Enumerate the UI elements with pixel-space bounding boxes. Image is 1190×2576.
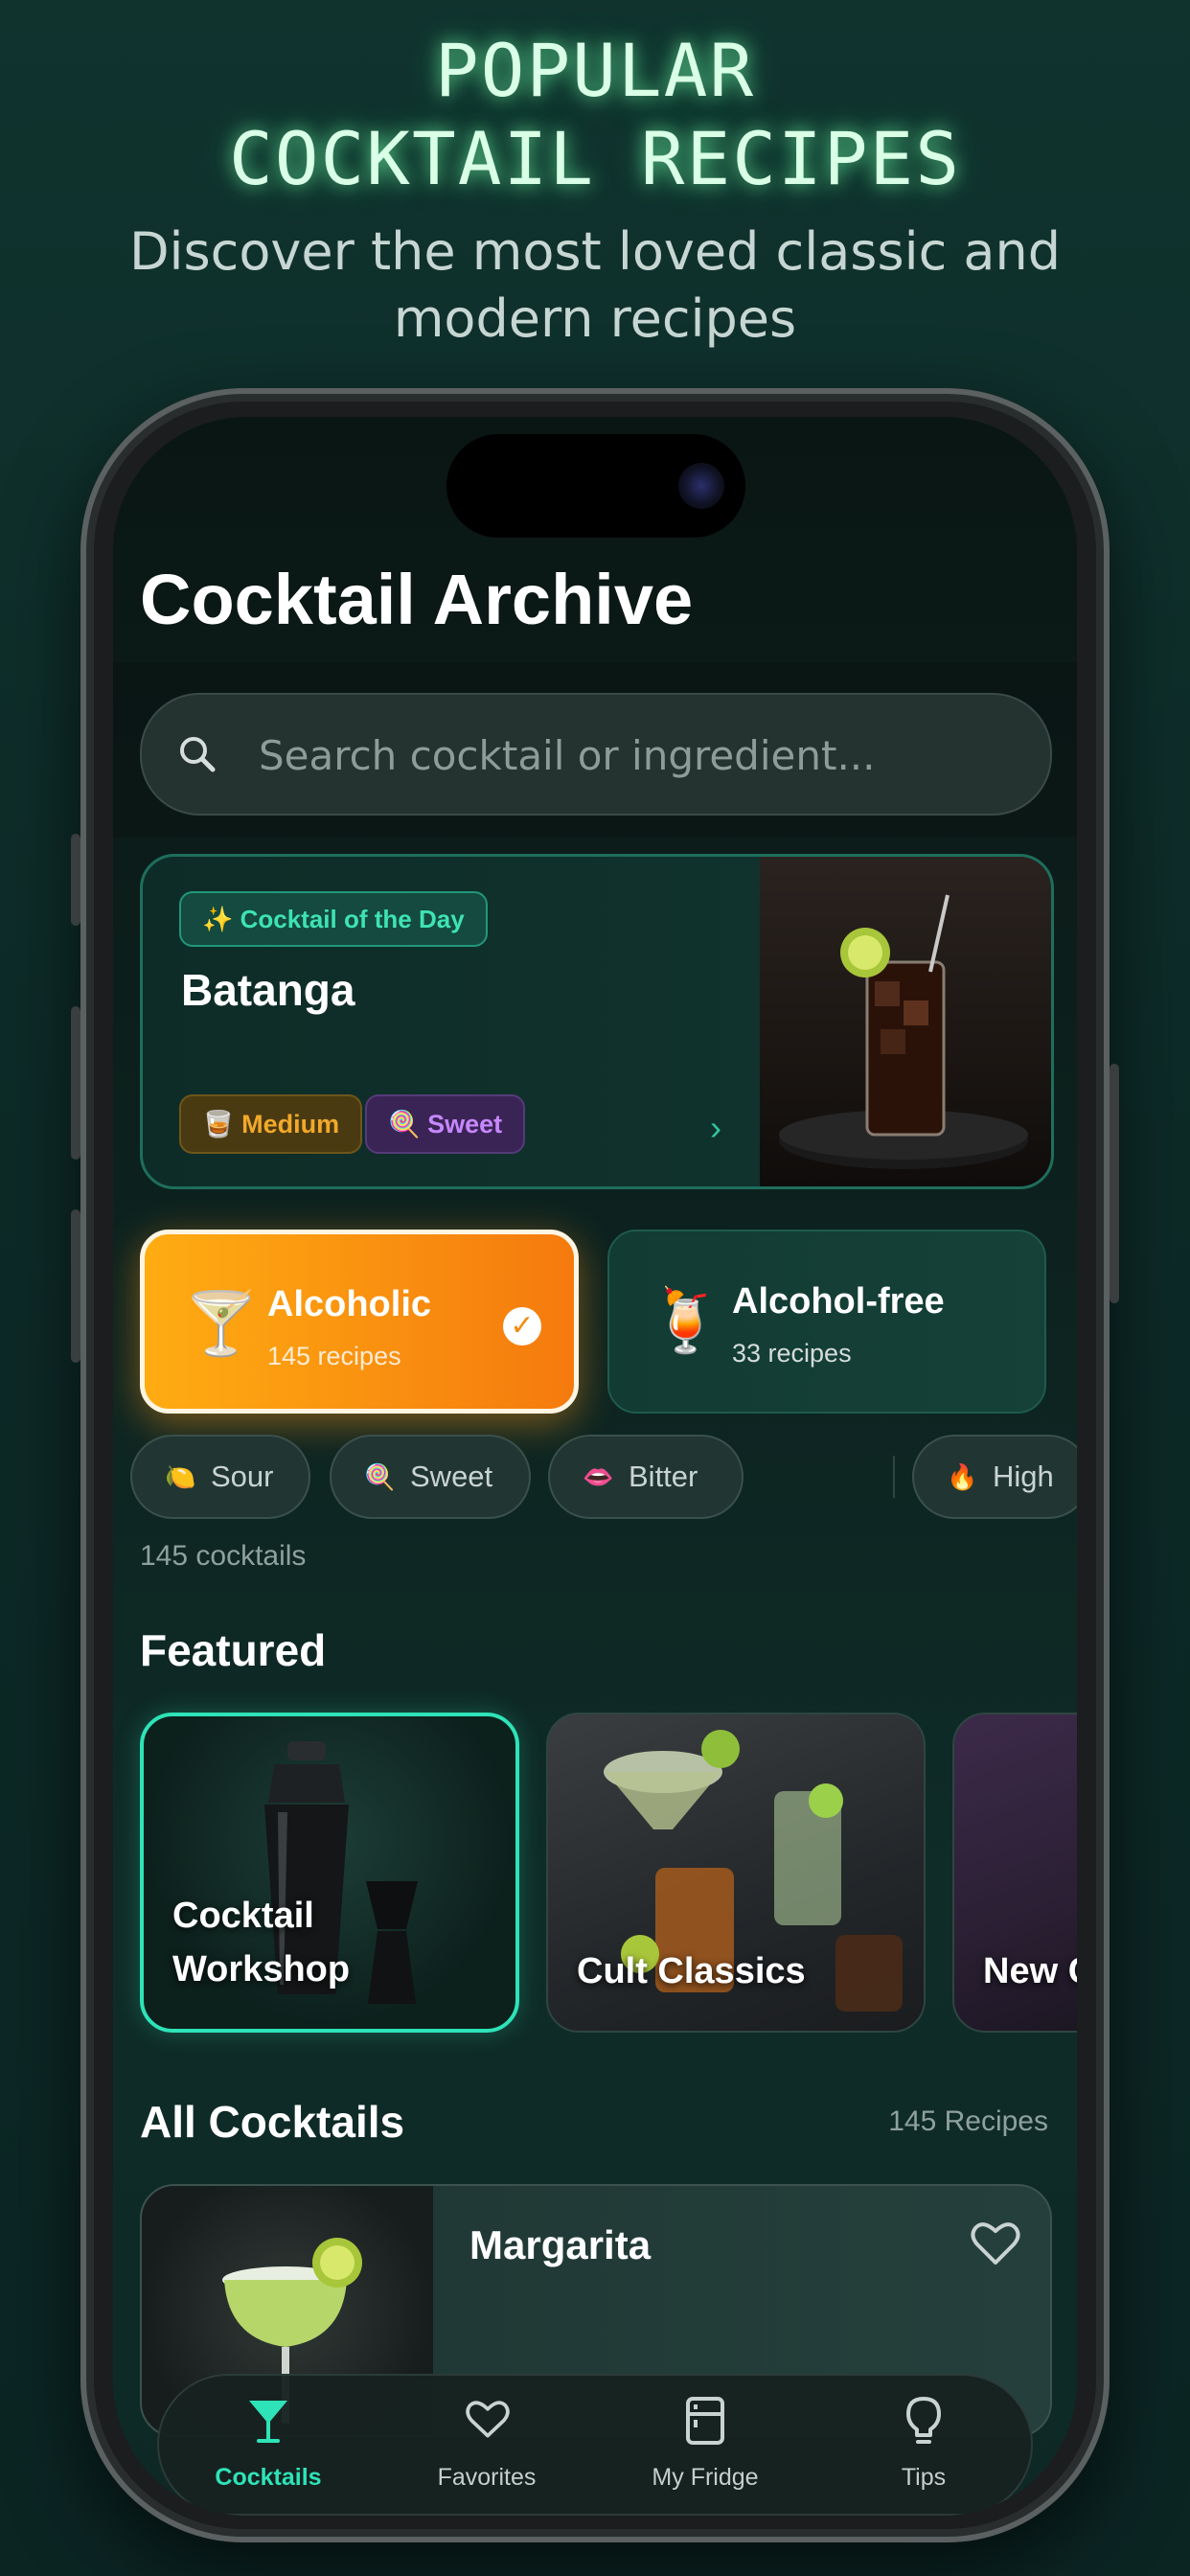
batanga-glass-illustration [779, 894, 1028, 1169]
tab-my-fridge[interactable]: My Fridge [596, 2376, 814, 2516]
lips-icon: 👄 [583, 1462, 614, 1491]
filter-chip-sour[interactable]: 🍋 Sour [130, 1435, 310, 1519]
tab-label: Cocktails [215, 2464, 322, 2491]
power-button [1110, 1064, 1119, 1303]
tab-label: Favorites [437, 2464, 537, 2491]
volume-up-button [71, 1006, 80, 1160]
tab-favorites[interactable]: Favorites [378, 2376, 596, 2516]
promo-title: POPULAR COCKTAIL RECIPES [0, 27, 1190, 203]
filter-chip-label: Sour [211, 1460, 274, 1493]
promo-subtitle: Discover the most loved classic and mode… [128, 221, 1062, 349]
promo-title-line2: COCKTAIL RECIPES [228, 116, 962, 201]
lightbulb-icon [906, 2397, 941, 2444]
strength-tag-label: Medium [241, 1110, 340, 1138]
page-title: Cocktail Archive [140, 560, 694, 639]
filter-chip-label: Sweet [410, 1460, 493, 1493]
dynamic-island [446, 434, 745, 538]
filter-chip-sweet[interactable]: 🍭 Sweet [330, 1435, 531, 1519]
all-cocktails-count: 145 Recipes [888, 2105, 1048, 2137]
cocktail-photo [760, 857, 1051, 1186]
fridge-icon [686, 2397, 724, 2445]
front-camera [678, 463, 724, 509]
filter-chip-high[interactable]: 🔥 High [912, 1435, 1077, 1519]
strength-tag: 🥃 Medium [179, 1094, 363, 1154]
tab-bar: Cocktails Favorites My Fridge Tips [157, 2374, 1033, 2516]
featured-card-label: New C [983, 1951, 1077, 1991]
featured-card[interactable]: Cult Classics [546, 1713, 926, 2033]
action-button [71, 834, 80, 926]
search-icon [180, 737, 216, 772]
tab-tips[interactable]: Tips [814, 2376, 1033, 2516]
heart-icon [466, 2401, 510, 2438]
cocktail-of-the-day-name: Batanga [181, 965, 355, 1015]
app-screen: Cocktail Archive ✨ Cocktail of the Day B… [113, 417, 1077, 2516]
lemon-icon: 🍋 [165, 1462, 196, 1491]
recipe-name: Margarita [469, 2222, 652, 2267]
featured-card-label: Cocktail Workshop [172, 1896, 351, 1990]
fire-icon: 🔥 [947, 1462, 978, 1491]
featured-card[interactable]: New C [952, 1713, 1077, 2033]
lollipop-icon: 🍭 [364, 1462, 396, 1491]
filter-chip-label: High [993, 1460, 1054, 1493]
chevron-right-icon[interactable]: › [710, 1108, 721, 1148]
results-count: 145 cocktails [140, 1540, 307, 1572]
cocktail-of-the-day-badge: ✨ Cocktail of the Day [179, 891, 488, 947]
category-alcoholic[interactable]: 🍸 Alcoholic 145 recipes ✓ [140, 1230, 579, 1414]
featured-card[interactable]: Cocktail Workshop [140, 1713, 519, 2033]
category-count: 33 recipes [732, 1339, 852, 1368]
featured-carousel: Cocktail Workshop Cult Classics New C [140, 1713, 1077, 2035]
heart-icon[interactable] [970, 2219, 1021, 2266]
tumbler-icon: 🥃 [202, 1110, 235, 1138]
lollipop-icon: 🍭 [388, 1110, 421, 1138]
volume-down-button [71, 1209, 80, 1363]
category-name: Alcohol-free [732, 1281, 945, 1322]
taste-tag-label: Sweet [427, 1110, 503, 1138]
search-bar[interactable] [140, 693, 1052, 816]
featured-title: Featured [140, 1625, 327, 1675]
filter-chip-label: Bitter [629, 1460, 698, 1493]
featured-card-label: Cult Classics [577, 1951, 806, 1991]
category-count: 145 recipes [267, 1342, 401, 1370]
promo-title-line1: POPULAR [434, 28, 756, 113]
checkmark-icon: ✓ [503, 1307, 541, 1346]
category-alcohol-free[interactable]: 🍹 Alcohol-free 33 recipes [607, 1230, 1046, 1414]
search-input[interactable] [257, 695, 1027, 816]
all-cocktails-title: All Cocktails [140, 2097, 405, 2147]
filter-divider [893, 1456, 895, 1498]
cocktail-glass-icon [249, 2401, 287, 2443]
cocktail-of-the-day-card[interactable]: ✨ Cocktail of the Day Batanga 🥃 Medium 🍭… [140, 854, 1054, 1189]
tab-label: Tips [901, 2464, 947, 2491]
tropical-drink-icon: 🍹 [648, 1286, 724, 1355]
tab-label: My Fridge [652, 2464, 759, 2491]
filter-chips: 🍋 Sour 🍭 Sweet 👄 Bitter 🔥 High 🥃 [130, 1435, 1077, 1521]
cocktail-glass-icon: 🍸 [183, 1289, 260, 1358]
filter-chip-bitter[interactable]: 👄 Bitter [548, 1435, 744, 1519]
category-name: Alcoholic [267, 1284, 432, 1324]
taste-tag: 🍭 Sweet [365, 1094, 526, 1154]
tab-cocktails[interactable]: Cocktails [159, 2376, 378, 2516]
